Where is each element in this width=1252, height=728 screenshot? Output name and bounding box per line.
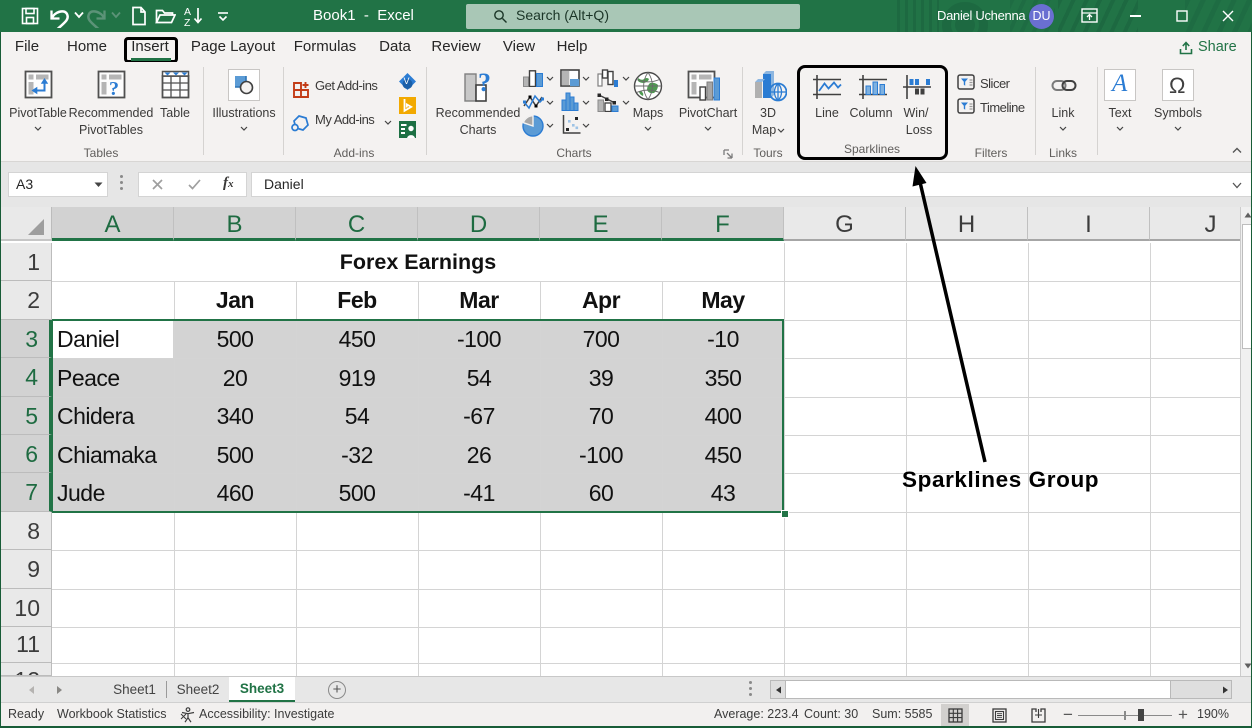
svg-text:Z: Z [184, 17, 191, 27]
svg-text:V: V [404, 76, 410, 86]
svg-text:?: ? [109, 78, 119, 99]
